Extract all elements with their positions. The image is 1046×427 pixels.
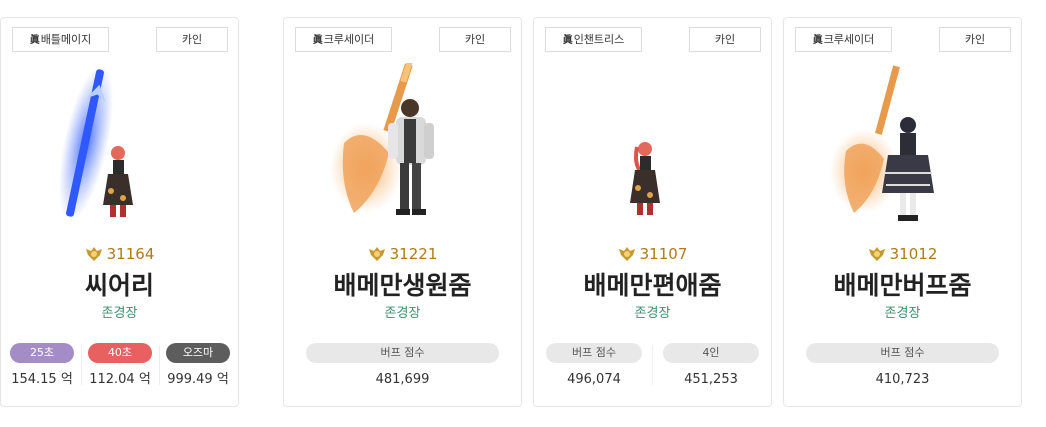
server-tag: 카인: [439, 27, 511, 52]
stat-divider: [159, 345, 160, 385]
character-sprite: [284, 63, 521, 238]
character-card[interactable]: 眞크루세이더 카인 31221 배메만생원줌 존경장 버프 점수 481,699: [283, 17, 522, 407]
job-mark: 眞: [562, 35, 573, 46]
stat-label: 버프 점수: [546, 343, 642, 363]
stat-value: 481,699: [375, 372, 430, 387]
character-card[interactable]: 眞배틀메이지 카인 31164 씨어리 존경장 25초 154.15 억 40초…: [0, 17, 239, 407]
job-tag: 眞배틀메이지: [12, 27, 109, 52]
character-name[interactable]: 배메만버프줌: [784, 270, 1021, 302]
fame-medal-icon: [368, 247, 385, 261]
job-tag: 眞크루세이더: [295, 27, 392, 52]
character-sprite: [1, 63, 238, 238]
job-label: 배틀메이지: [40, 33, 92, 46]
character-name[interactable]: 배메만생원줌: [284, 270, 521, 302]
fame-value: 31221: [389, 245, 438, 263]
fame-score: 31221: [284, 244, 521, 264]
guild-name: 존경장: [634, 306, 671, 321]
guild-name: 존경장: [101, 306, 138, 321]
character-card[interactable]: 眞크루세이더 카인 31012 배메만버프줌 존경장 버프 점수 410,723: [783, 17, 1022, 407]
fame-score: 31107: [534, 244, 771, 264]
stat-value: 999.49 억: [167, 372, 229, 387]
stat-value: 451,253: [684, 372, 738, 387]
job-label: 크루세이더: [323, 33, 375, 46]
job-label: 크루세이더: [823, 33, 875, 46]
stat-value: 410,723: [875, 372, 930, 387]
stat-value: 112.04 억: [89, 372, 151, 387]
fame-medal-icon: [868, 247, 885, 261]
character-name[interactable]: 배메만편애줌: [534, 270, 771, 302]
fame-score: 31164: [1, 244, 238, 264]
fame-value: 31012: [889, 245, 938, 263]
stat-label: 25초: [10, 343, 74, 363]
server-tag: 카인: [689, 27, 761, 52]
server-tag: 카인: [939, 27, 1011, 52]
job-mark: 眞: [29, 35, 40, 46]
server-tag: 카인: [156, 27, 228, 52]
fame-value: 31164: [106, 245, 155, 263]
character-name[interactable]: 씨어리: [1, 270, 238, 302]
guild-name: 존경장: [384, 306, 421, 321]
job-tag: 眞인챈트리스: [545, 27, 642, 52]
job-label: 인챈트리스: [573, 33, 625, 46]
stat-label: 버프 점수: [306, 343, 499, 363]
character-card[interactable]: 眞인챈트리스 카인 31107 배메만편애줌 존경장 버프 점수 496,074…: [533, 17, 772, 407]
stat-label: 오즈마: [166, 343, 230, 363]
fame-medal-icon: [85, 247, 102, 261]
stat-label: 40초: [88, 343, 152, 363]
guild-name: 존경장: [884, 306, 921, 321]
job-mark: 眞: [812, 35, 823, 46]
fame-value: 31107: [639, 245, 688, 263]
stat-value: 496,074: [567, 372, 621, 387]
fame-medal-icon: [618, 247, 635, 261]
character-sprite: [784, 63, 1021, 238]
character-sprite: [534, 63, 771, 238]
job-tag: 眞크루세이더: [795, 27, 892, 52]
stat-divider: [81, 345, 82, 385]
fame-score: 31012: [784, 244, 1021, 264]
job-mark: 眞: [312, 35, 323, 46]
stat-label: 버프 점수: [806, 343, 999, 363]
stat-label: 4인: [663, 343, 759, 363]
stat-divider: [652, 345, 653, 385]
stat-value: 154.15 억: [11, 372, 73, 387]
